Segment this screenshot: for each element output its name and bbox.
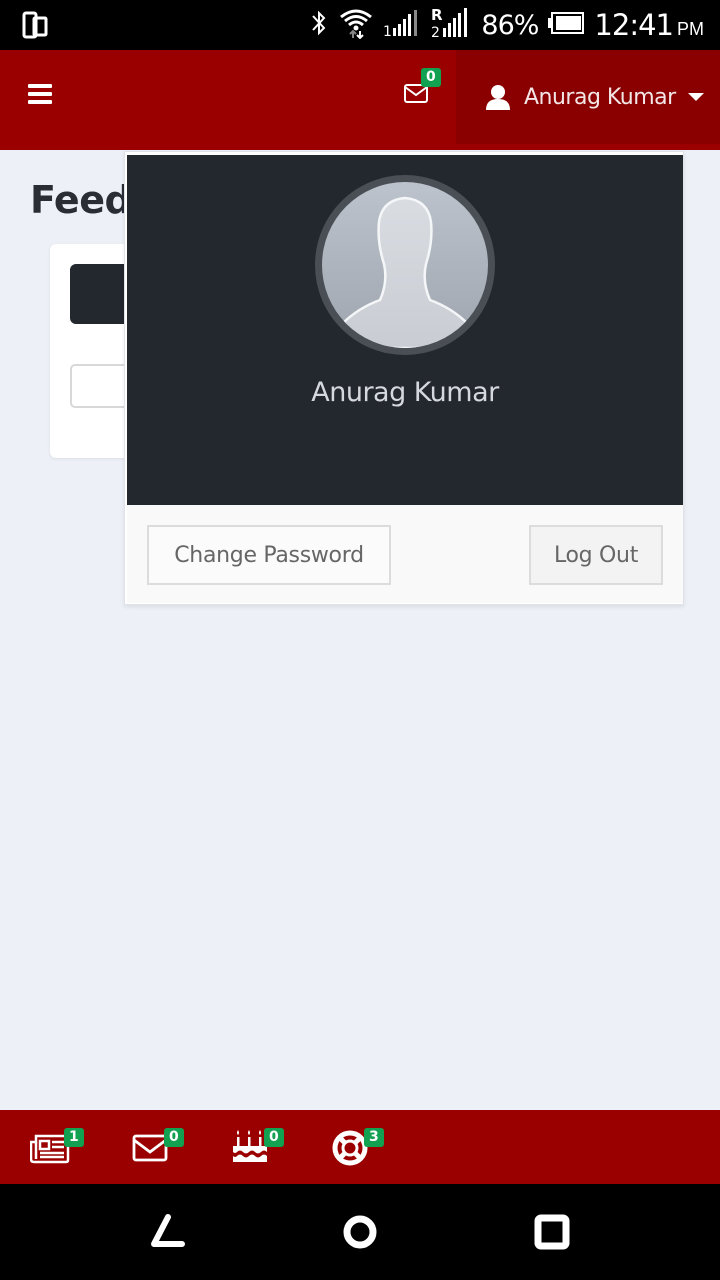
user-dropdown-menu: Anurag Kumar Change Password Log Out	[124, 151, 684, 605]
battery-percent: 86%	[481, 9, 539, 41]
back-button[interactable]	[148, 1212, 188, 1252]
caret-down-icon	[687, 93, 704, 101]
app-screen: 1 R2 86% 12:41 PM 0 Anurag Kumar Anurag …	[0, 0, 720, 1280]
hamburger-icon-line	[28, 84, 52, 88]
bottom-tab-news[interactable]: 1	[30, 1128, 90, 1168]
envelope-icon	[404, 84, 428, 103]
avatar	[315, 175, 495, 355]
signal-sim2-roaming-icon: R2	[431, 6, 471, 45]
messages-badge: 0	[421, 68, 441, 87]
dropdown-user-name: Anurag Kumar	[311, 377, 499, 408]
logout-button[interactable]: Log Out	[529, 525, 663, 585]
user-menu-name: Anurag Kumar	[524, 84, 676, 110]
user-dropdown-header: Anurag Kumar	[127, 155, 683, 505]
wifi-icon	[339, 7, 373, 44]
messages-tab-badge: 0	[164, 1128, 184, 1147]
change-password-button[interactable]: Change Password	[147, 525, 391, 585]
bottom-tab-birthdays[interactable]: 0	[230, 1128, 290, 1168]
back-icon	[151, 1214, 185, 1247]
app-header: 0 Anurag Kumar	[0, 50, 720, 150]
user-icon	[486, 85, 510, 110]
clock-time: 12:41	[594, 8, 674, 42]
hamburger-menu-button[interactable]	[28, 84, 52, 106]
news-badge: 1	[64, 1128, 84, 1147]
bottom-tab-support[interactable]: 3	[330, 1128, 390, 1168]
bottom-tab-messages[interactable]: 0	[130, 1128, 190, 1168]
screen-mirror-icon	[22, 11, 50, 44]
svg-text:1: 1	[383, 24, 392, 38]
hamburger-icon-line	[28, 100, 52, 104]
svg-text:R: R	[431, 6, 443, 24]
svg-text:2: 2	[431, 25, 440, 40]
recents-icon	[534, 1214, 570, 1250]
battery-icon	[548, 11, 585, 39]
birthdays-badge: 0	[264, 1128, 284, 1147]
user-menu-toggle[interactable]: Anurag Kumar	[456, 50, 720, 144]
profile-silhouette-icon	[326, 196, 484, 348]
bottom-tab-bar: 1 0 0 3	[0, 1110, 720, 1184]
life-ring-icon	[332, 1130, 368, 1166]
signal-sim1-icon: 1	[383, 8, 421, 43]
hamburger-icon-line	[28, 92, 52, 96]
recents-button[interactable]	[532, 1212, 572, 1252]
status-bar: 1 R2 86% 12:41 PM	[0, 0, 720, 50]
home-button[interactable]	[340, 1212, 380, 1252]
bluetooth-icon	[309, 8, 329, 43]
support-badge: 3	[364, 1128, 384, 1147]
clock-ampm: PM	[677, 19, 704, 39]
user-dropdown-footer: Change Password Log Out	[127, 505, 683, 603]
system-nav-bar	[0, 1184, 720, 1280]
messages-button[interactable]: 0	[398, 68, 448, 118]
home-icon	[343, 1215, 377, 1249]
